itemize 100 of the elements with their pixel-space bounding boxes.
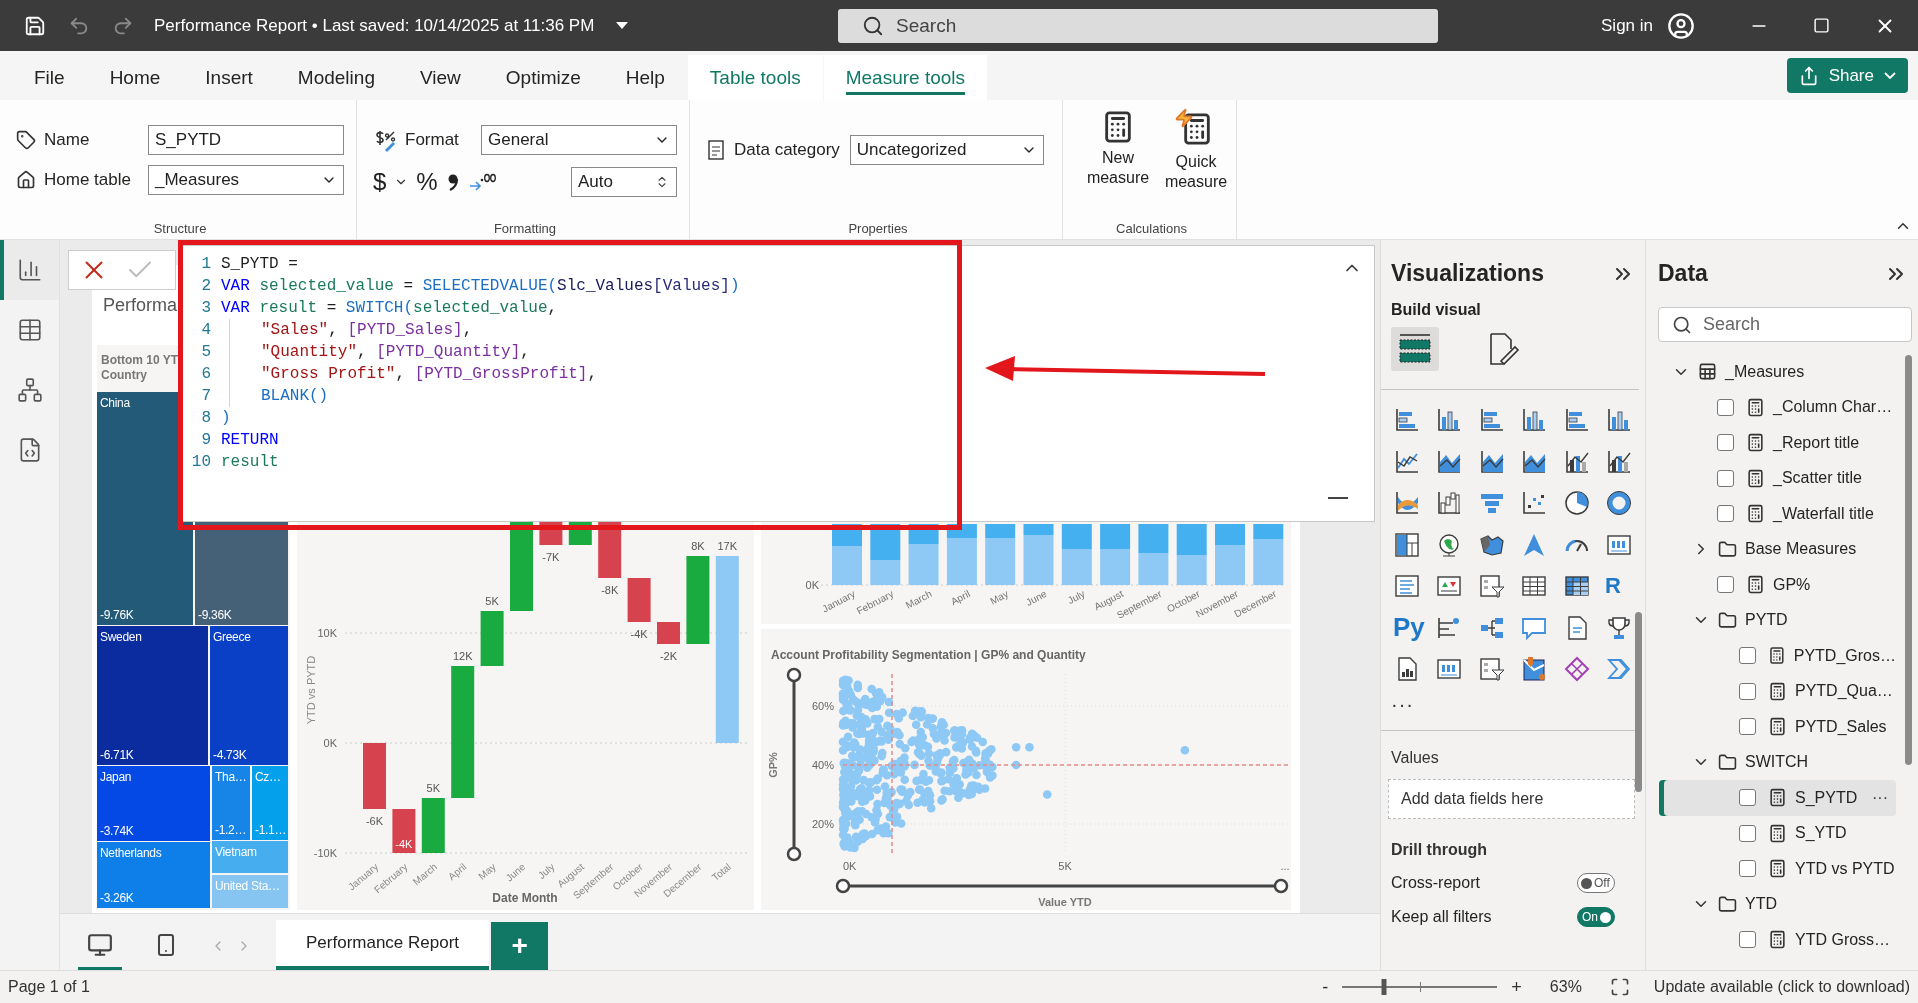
axis-tick-label: 0K <box>843 860 857 872</box>
more-visuals-button[interactable]: ··· <box>1391 693 1414 716</box>
tree-row[interactable]: S_PYTD ··· <box>1659 780 1896 816</box>
checkbox[interactable] <box>1717 434 1734 452</box>
script-visual-icon[interactable]: R <box>1604 572 1621 600</box>
checkbox[interactable] <box>1717 469 1734 487</box>
format-dropdown[interactable]: General <box>481 125 677 155</box>
slider-thumb[interactable] <box>1381 979 1387 995</box>
view-tab[interactable] <box>0 240 59 300</box>
caret-icon[interactable] <box>616 21 629 30</box>
name-field[interactable]: S_PYTD <box>148 125 344 155</box>
percent-button[interactable]: % <box>416 168 438 196</box>
bar-chart-icon[interactable] <box>1393 406 1421 434</box>
axis-tick-label: 0K <box>805 579 819 591</box>
data-label: -8K <box>601 584 619 596</box>
axis-label: July <box>536 861 557 881</box>
checkbox[interactable] <box>1739 647 1756 665</box>
calculator-icon <box>1746 575 1765 595</box>
search-field[interactable]: Search <box>1658 307 1912 342</box>
pane-title: Visualizations <box>1391 260 1544 287</box>
window-title: Performance Report • Last saved: 10/14/2025 at 11:36 PM <box>154 15 595 36</box>
column-bar <box>870 524 901 585</box>
pie-chart-icon[interactable] <box>1562 489 1591 517</box>
ribbon-tab[interactable]: Insert <box>183 55 275 100</box>
category-icon <box>706 139 726 161</box>
ribbon-chart-icon[interactable] <box>1393 489 1421 517</box>
list-card-icon[interactable] <box>1393 572 1421 600</box>
field-name: YTD vs PYTD <box>1795 859 1895 878</box>
zoom-out-button[interactable]: - <box>1318 976 1333 998</box>
field-name: _Column Char… <box>1773 398 1893 417</box>
update-link[interactable]: Update available (click to download) <box>1653 978 1910 996</box>
more-options-button[interactable]: ··· <box>1872 788 1896 807</box>
monitor-icon <box>87 931 113 958</box>
checkbox[interactable] <box>1739 860 1756 878</box>
tile-label: Sweden <box>100 630 142 644</box>
folder-icon <box>1718 752 1737 772</box>
chart-title: Bottom 10 YT <box>101 353 179 368</box>
checkbox[interactable] <box>1739 824 1756 842</box>
field-name: PYTD_Gros… <box>1793 646 1896 665</box>
line-number: 3 <box>200 298 211 319</box>
ribbon-tab[interactable]: Modeling <box>275 55 397 100</box>
field-name: GP% <box>1773 575 1811 594</box>
field-label: Data category <box>734 140 840 160</box>
zoom-in-button[interactable]: + <box>1507 976 1526 998</box>
page-tab[interactable]: Performance Report <box>276 920 490 970</box>
visual-mode-button[interactable] <box>1391 327 1439 371</box>
fit-to-page-icon[interactable] <box>1609 977 1630 997</box>
ribbon-tab[interactable]: File <box>12 55 87 100</box>
home-table-dropdown[interactable]: _Measures <box>148 165 344 195</box>
ribbon-tab[interactable]: Optimize <box>483 55 603 100</box>
slicer-icon[interactable] <box>1477 572 1506 600</box>
data-label: 5K <box>426 782 441 794</box>
measure-button[interactable]: Quick measure <box>1157 110 1235 192</box>
data-label: -4K <box>630 628 648 640</box>
checkbox[interactable] <box>1739 718 1756 736</box>
toggle-switch[interactable]: On <box>1577 907 1615 927</box>
ribbon-tab[interactable]: Measure tools <box>823 55 988 100</box>
range-slider[interactable] <box>835 878 1289 894</box>
script-visual-icon[interactable]: Py <box>1393 613 1425 642</box>
tile-label: United Sta… <box>215 879 280 893</box>
ribbon-tab[interactable]: Help <box>603 55 687 100</box>
checkbox[interactable] <box>1717 505 1734 523</box>
save-icon[interactable] <box>24 14 46 37</box>
currency-button[interactable]: $ <box>373 168 387 196</box>
diamond-icon[interactable] <box>1562 655 1591 683</box>
toggle-switch[interactable]: Off <box>1577 873 1615 893</box>
donut-chart-icon[interactable] <box>1604 489 1633 517</box>
range-slider[interactable] <box>786 667 802 862</box>
sign-in-link[interactable]: Sign in <box>1601 15 1653 36</box>
share-button[interactable]: Share <box>1786 58 1908 93</box>
decimal-places-field[interactable]: Auto <box>571 167 677 197</box>
checkbox[interactable] <box>1717 576 1734 594</box>
slicer-icon[interactable] <box>1477 655 1506 683</box>
ribbon-tab[interactable]: View <box>397 55 483 100</box>
tile-label: China <box>100 396 130 410</box>
chart-subtitle: Country <box>101 368 147 383</box>
user-avatar-icon[interactable] <box>1667 11 1695 40</box>
measure-button[interactable]: New measure <box>1079 110 1157 188</box>
calculator-icon <box>1746 433 1765 453</box>
data-category-dropdown[interactable]: Uncategorized <box>849 135 1044 165</box>
checkbox[interactable] <box>1739 931 1756 949</box>
checkbox[interactable] <box>1717 398 1734 416</box>
section-label: Values <box>1391 749 1439 767</box>
field-name: Base Measures <box>1745 540 1857 559</box>
checkbox[interactable] <box>1739 682 1756 700</box>
field-name: _Scatter title <box>1773 469 1862 488</box>
axis-tick-label: 5K <box>1058 860 1072 872</box>
drop-field[interactable]: Add data fields here <box>1388 779 1635 819</box>
axis-title: YTD vs PYTD <box>305 655 317 725</box>
checkbox[interactable] <box>1739 789 1756 807</box>
ribbon-tab[interactable]: Home <box>87 55 183 100</box>
field-name: _Report title <box>1773 433 1860 452</box>
treemap-icon[interactable] <box>1393 530 1421 559</box>
code-line: BLANK() <box>229 385 329 407</box>
ribbon-tab[interactable]: Table tools <box>687 55 823 100</box>
zoom-slider[interactable] <box>1342 978 1498 996</box>
add-page-button[interactable]: + <box>491 922 549 970</box>
axis-label: June <box>1024 588 1049 608</box>
maximize-icon[interactable] <box>1813 17 1830 34</box>
search-field[interactable]: Search <box>838 8 1438 43</box>
